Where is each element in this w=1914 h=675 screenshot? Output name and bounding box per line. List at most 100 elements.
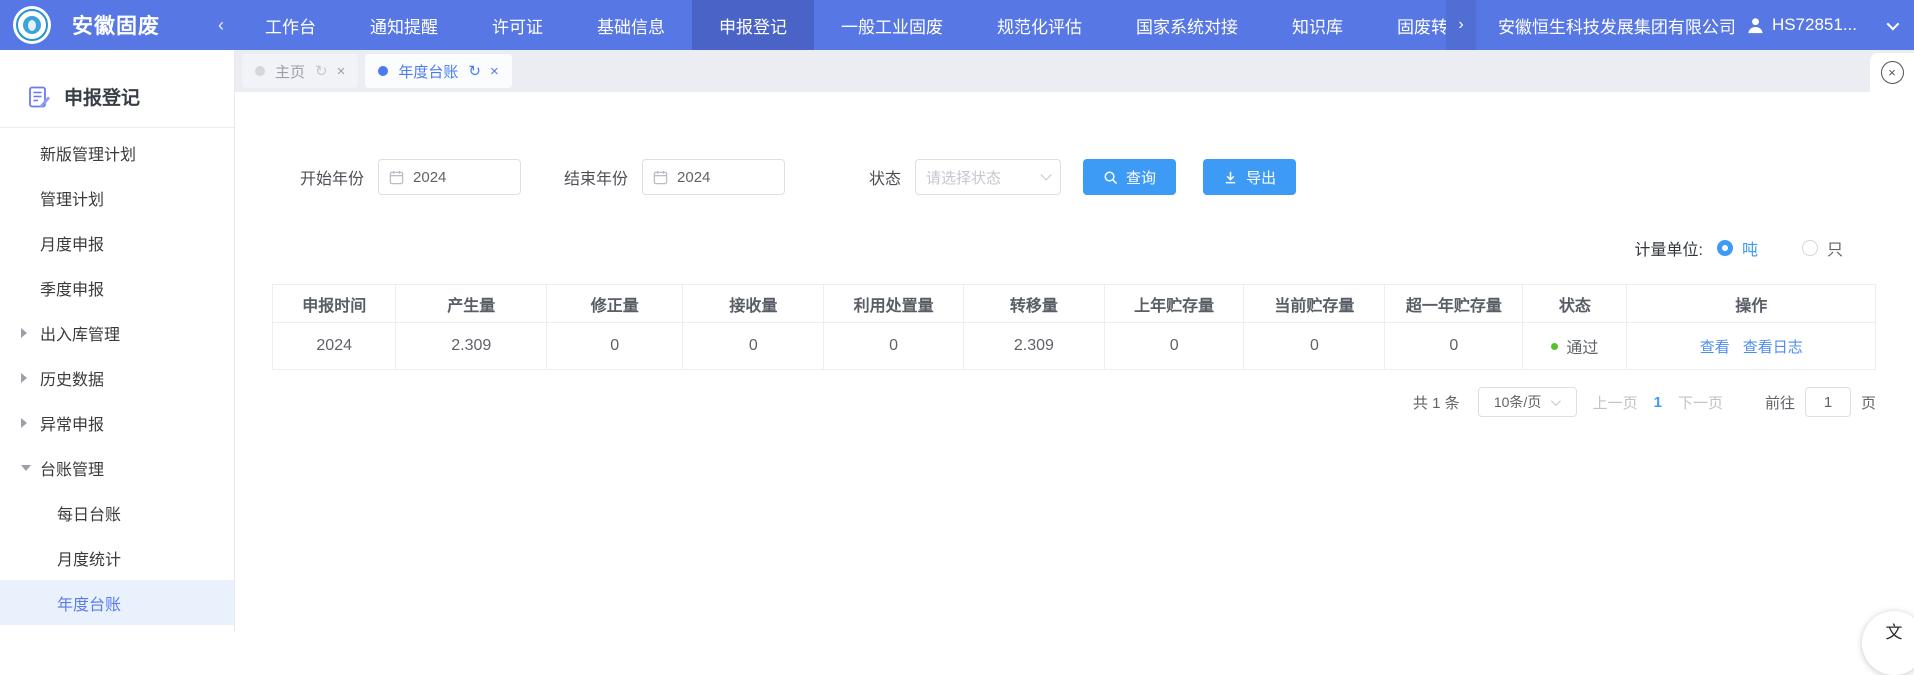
prev-page-button[interactable]: 上一页 xyxy=(1593,392,1638,413)
chevron-down-icon xyxy=(21,465,31,471)
translate-fab-button[interactable]: 文 xyxy=(1862,611,1914,675)
col-declare-time: 申报时间 xyxy=(273,285,396,323)
start-year-input[interactable]: 2024 xyxy=(378,159,521,195)
cell-over-year-storage: 0 xyxy=(1385,323,1523,370)
chevron-right-icon xyxy=(21,328,27,338)
total-count: 共 1 条 xyxy=(1413,392,1460,413)
view-log-link[interactable]: 查看日志 xyxy=(1743,339,1803,356)
unit-label: 计量单位: xyxy=(1635,236,1703,260)
close-tab-icon[interactable]: × xyxy=(490,63,499,80)
sidebar-item-history-data[interactable]: 历史数据 xyxy=(0,355,234,400)
status-dot-icon xyxy=(1551,343,1558,350)
status-badge: 通过 xyxy=(1566,334,1598,358)
sidebar-item-inout-storage[interactable]: 出入库管理 xyxy=(0,310,234,355)
radio-piece-label[interactable]: 只 xyxy=(1827,236,1843,260)
search-button[interactable]: 查询 xyxy=(1083,159,1176,195)
sidebar-menu: 新版管理计划 管理计划 月度申报 季度申报 出入库管理 历史数据 异常申报 台账… xyxy=(0,128,234,625)
declaration-doc-icon xyxy=(27,85,51,109)
nav-item-declaration[interactable]: 申报登记 xyxy=(692,0,814,50)
chevron-down-icon xyxy=(1887,17,1900,30)
status-select[interactable]: 请选择状态 xyxy=(915,159,1061,195)
col-transferred: 转移量 xyxy=(963,285,1104,323)
chevron-right-icon xyxy=(21,373,27,383)
radio-ton-label[interactable]: 吨 xyxy=(1742,236,1758,260)
cell-prev-storage: 0 xyxy=(1104,323,1243,370)
nav-item-workbench[interactable]: 工作台 xyxy=(238,0,343,50)
sidebar-item-management-plan[interactable]: 管理计划 xyxy=(0,175,234,220)
nav-item-license[interactable]: 许可证 xyxy=(465,0,570,50)
view-link[interactable]: 查看 xyxy=(1700,339,1730,356)
sidebar-item-annual-ledger[interactable]: 年度台账 xyxy=(0,580,234,625)
cell-status: 通过 xyxy=(1523,323,1627,370)
filter-bar: 开始年份 2024 结束年份 2024 状态 请选择状态 查询 xyxy=(272,159,1876,195)
end-year-label: 结束年份 xyxy=(564,165,628,189)
calendar-icon xyxy=(389,170,404,185)
radio-ton[interactable] xyxy=(1717,240,1733,256)
circled-close-icon: × xyxy=(1881,61,1904,84)
sidebar-item-ledger-management[interactable]: 台账管理 xyxy=(0,445,234,490)
goto-label: 前往 xyxy=(1765,392,1795,413)
end-year-input[interactable]: 2024 xyxy=(642,159,785,195)
tab-annual-ledger[interactable]: 年度台账 ↻ × xyxy=(365,54,511,88)
tab-bar: 主页 ↻ × 年度台账 ↻ × × xyxy=(235,50,1914,92)
tab-home[interactable]: 主页 ↻ × xyxy=(242,54,358,88)
nav-item-national-system[interactable]: 国家系统对接 xyxy=(1109,0,1265,50)
app-title: 安徽固废 xyxy=(72,10,160,40)
sidebar: 申报登记 新版管理计划 管理计划 月度申报 季度申报 出入库管理 历史数据 异常… xyxy=(0,50,235,632)
chevron-down-icon xyxy=(1551,396,1561,406)
user-icon xyxy=(1746,16,1765,35)
sidebar-item-new-management-plan[interactable]: 新版管理计划 xyxy=(0,130,234,175)
annual-ledger-table: 申报时间 产生量 修正量 接收量 利用处置量 转移量 上年贮存量 当前贮存量 超… xyxy=(272,284,1876,370)
refresh-icon[interactable]: ↻ xyxy=(468,62,481,80)
col-over-year-storage: 超一年贮存量 xyxy=(1385,285,1523,323)
page-number-1[interactable]: 1 xyxy=(1654,394,1662,411)
start-year-value: 2024 xyxy=(413,169,446,186)
calendar-icon xyxy=(653,170,668,185)
refresh-icon[interactable]: ↻ xyxy=(315,62,328,80)
nav-scroll-right-icon[interactable]: › xyxy=(1446,0,1476,50)
sidebar-item-monthly-declaration[interactable]: 月度申报 xyxy=(0,220,234,265)
sidebar-item-monthly-stats[interactable]: 月度统计 xyxy=(0,535,234,580)
nav-item-standard-evaluation[interactable]: 规范化评估 xyxy=(970,0,1109,50)
col-prev-storage: 上年贮存量 xyxy=(1104,285,1243,323)
pagination: 共 1 条 10条/页 上一页 1 下一页 前往 页 xyxy=(272,387,1876,417)
radio-piece[interactable] xyxy=(1802,240,1818,256)
col-disposed: 利用处置量 xyxy=(824,285,963,323)
nav-item-general-industrial-waste[interactable]: 一般工业固废 xyxy=(814,0,970,50)
nav-item-notifications[interactable]: 通知提醒 xyxy=(343,0,465,50)
nav-collapse-icon[interactable]: ‹ xyxy=(212,0,238,50)
goto-page-input[interactable] xyxy=(1805,387,1851,417)
export-button[interactable]: 导出 xyxy=(1203,159,1296,195)
status-placeholder: 请选择状态 xyxy=(926,167,1001,188)
cell-current-storage: 0 xyxy=(1244,323,1385,370)
user-menu[interactable]: HS72851... xyxy=(1746,15,1896,35)
sidebar-header: 申报登记 xyxy=(0,50,234,128)
status-label: 状态 xyxy=(869,165,901,189)
col-current-storage: 当前贮存量 xyxy=(1244,285,1385,323)
nav-item-basic-info[interactable]: 基础信息 xyxy=(570,0,692,50)
app-logo-icon xyxy=(13,6,51,44)
cell-produced: 2.309 xyxy=(396,323,547,370)
cell-transferred: 2.309 xyxy=(963,323,1104,370)
nav-item-waste-transfer[interactable]: 固废转 xyxy=(1370,0,1446,50)
col-received: 接收量 xyxy=(683,285,824,323)
brand-area: 安徽固废 xyxy=(0,0,212,50)
tab-label: 主页 xyxy=(275,61,305,82)
cell-received: 0 xyxy=(683,323,824,370)
download-icon xyxy=(1223,170,1238,185)
company-name: 安徽恒生科技发展集团有限公司 xyxy=(1498,13,1736,38)
sidebar-item-quarterly-declaration[interactable]: 季度申报 xyxy=(0,265,234,310)
next-page-button[interactable]: 下一页 xyxy=(1678,392,1723,413)
close-all-tabs-button[interactable]: × xyxy=(1870,53,1914,92)
translate-icon: 文 xyxy=(1886,618,1903,675)
page-size-select[interactable]: 10条/页 xyxy=(1478,387,1577,417)
close-tab-icon[interactable]: × xyxy=(337,63,346,80)
page-content: 开始年份 2024 结束年份 2024 状态 请选择状态 查询 xyxy=(235,92,1914,632)
start-year-label: 开始年份 xyxy=(300,165,364,189)
sidebar-item-abnormal-declaration[interactable]: 异常申报 xyxy=(0,400,234,445)
cell-actions: 查看查看日志 xyxy=(1627,323,1876,370)
nav-item-knowledge-base[interactable]: 知识库 xyxy=(1265,0,1370,50)
sidebar-title: 申报登记 xyxy=(64,83,140,110)
chevron-down-icon xyxy=(1041,169,1052,180)
sidebar-item-daily-ledger[interactable]: 每日台账 xyxy=(0,490,234,535)
